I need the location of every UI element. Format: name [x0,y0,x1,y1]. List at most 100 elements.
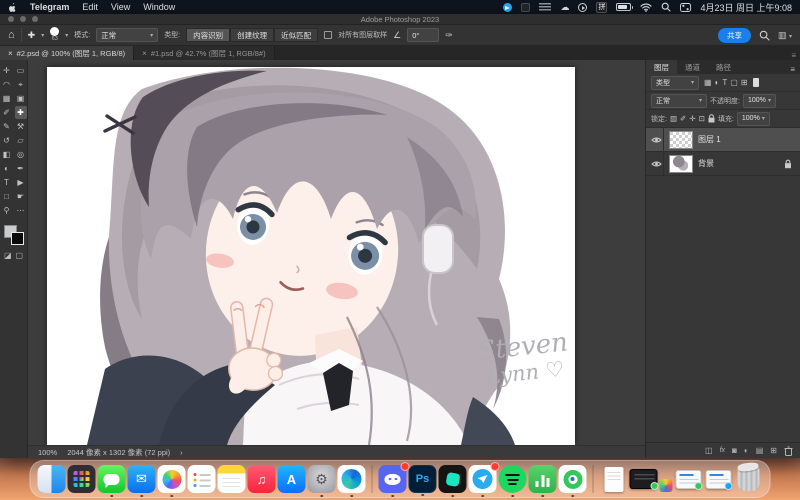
background-color-swatch[interactable] [11,232,24,245]
shape-tool[interactable]: □ [1,190,13,203]
current-tool-icon[interactable]: ✚ [28,30,36,41]
edit-toolbar-icon[interactable]: ⋯ [15,204,27,217]
layer-name[interactable]: 图层 1 [698,134,721,145]
layer-row-layer1[interactable]: 图层 1 [646,128,800,152]
lasso-tool[interactable]: ◠ [1,78,13,91]
dock-system-settings[interactable]: ⚙ [308,465,336,493]
type-tool[interactable]: T [1,176,13,189]
chevron-down-icon[interactable]: ▾ [41,32,44,39]
gradient-tool[interactable]: ◧ [1,148,13,161]
angle-field[interactable]: 0° [407,28,439,42]
close-icon[interactable]: × [142,49,147,58]
battery-icon[interactable] [616,3,631,11]
record-icon[interactable] [578,3,587,12]
window-title-bar[interactable]: Adobe Photoshop 2023 [0,14,800,25]
link-layers-icon[interactable]: ◫ [705,446,713,455]
screen-mode-icon[interactable]: ▢ [16,251,24,260]
delete-layer-icon[interactable] [784,446,793,456]
dock-finder[interactable] [38,465,66,493]
layer-group-icon[interactable]: ▤ [756,446,764,455]
sample-all-layers-checkbox[interactable] [324,31,332,39]
document-tab-inactive[interactable]: × #1.psd @ 42.7% (图层 1, RGB/8#) [134,46,274,60]
document-tab-active[interactable]: × #2.psd @ 100% (图层 1, RGB/8) [0,46,134,60]
eyedropper-tool[interactable]: ✐ [1,106,13,119]
type-filter-icon[interactable]: T [722,78,727,87]
filter-toggle-icon[interactable] [753,78,759,87]
opacity-field[interactable]: 100%▾ [743,94,776,108]
dock-minimized-window-2[interactable] [705,465,733,493]
visibility-eye-icon[interactable] [650,152,664,175]
tab-paths[interactable]: 路径 [708,60,739,74]
workspace-switcher-icon[interactable]: ▥ ▾ [778,30,792,41]
menu-bar-clock[interactable]: 4月23日 周日 上午9:08 [700,1,792,14]
dock-minimized-icon-small[interactable] [660,479,673,492]
dock-minimized-window-1[interactable] [675,465,703,493]
layer-mask-icon[interactable]: ◙ [732,446,737,455]
menu-view[interactable]: View [111,2,130,12]
tab-channels[interactable]: 通道 [677,60,708,74]
dock-find-my[interactable] [559,465,587,493]
layer-thumbnail[interactable] [669,131,693,149]
zoom-tool[interactable]: ⚲ [1,204,13,217]
menu-edit[interactable]: Edit [82,2,98,12]
dock-photoshop[interactable]: Ps [409,465,437,493]
active-app-menu[interactable]: Telegram [30,2,69,12]
dock-telegram[interactable] [469,465,497,493]
layer-filter-dropdown[interactable]: 类型▾ [651,76,699,90]
lock-all-icon[interactable] [708,114,715,123]
history-brush-tool[interactable]: ↺ [1,134,13,147]
mode-dropdown[interactable]: 正常▾ [96,28,158,42]
apple-logo-icon[interactable] [8,2,17,13]
search-icon[interactable] [759,30,770,41]
close-icon[interactable]: × [8,49,13,58]
display-icon[interactable] [521,3,530,12]
new-layer-icon[interactable]: ⊞ [770,446,777,455]
text-snippet-icon[interactable] [539,3,551,11]
blur-tool[interactable]: ◎ [15,148,27,161]
dock-spotify[interactable] [499,465,527,493]
cloud-icon[interactable]: ☁ [560,2,569,13]
dock-photos[interactable] [158,465,186,493]
dock-notes[interactable] [218,465,246,493]
spot-healing-tool[interactable]: ✚ [15,106,27,119]
quick-mask-icon[interactable]: ◪ [4,251,12,260]
zoom-level-field[interactable]: 100% [38,448,57,457]
lock-position-icon[interactable]: ✛ [689,114,695,123]
layer-row-background[interactable]: 背景 [646,152,800,176]
wifi-icon[interactable] [640,3,652,12]
dodge-tool[interactable]: ◐ [1,162,13,175]
adjustment-filter-icon[interactable]: ◐ [715,78,720,87]
dock-messages[interactable] [98,465,126,493]
pen-pressure-icon[interactable]: ✑ [445,30,453,41]
layer-thumbnail[interactable] [669,155,693,173]
dock-trash[interactable] [735,465,763,493]
fill-field[interactable]: 100%▾ [737,112,770,126]
menu-window[interactable]: Window [143,2,175,12]
panel-menu-icon[interactable]: ≡ [790,65,800,74]
lock-transparency-icon[interactable]: ▨ [670,114,677,123]
pen-tool[interactable]: ✒ [15,162,27,175]
content-aware-button[interactable]: 内容识别 [186,28,230,42]
brush-tool[interactable]: ✎ [1,120,13,133]
shape-filter-icon[interactable]: ▢ [730,78,738,87]
dock-minimized-window-dark[interactable] [630,465,658,493]
home-icon[interactable]: ⌂ [8,29,15,41]
proximity-match-button[interactable]: 近似匹配 [274,28,318,42]
create-texture-button[interactable]: 创建纹理 [230,28,274,42]
dock-dark-teal-app[interactable] [439,465,467,493]
search-icon[interactable] [661,2,671,12]
chevron-down-icon[interactable]: ▾ [65,32,68,39]
canvas-area[interactable]: Steven Lynn ♡ 100% 2044 像素 x 1302 像素 (72… [28,60,645,458]
document-canvas[interactable]: Steven Lynn ♡ [47,67,575,445]
tab-layers[interactable]: 图层 [646,60,677,74]
eraser-tool[interactable]: ▱ [15,134,27,147]
visibility-eye-icon[interactable] [650,128,664,151]
frame-tool[interactable]: ▣ [15,92,27,105]
status-caret-icon[interactable]: › [180,448,183,457]
move-tool[interactable]: ✛ [1,64,13,77]
panel-menu-icon[interactable]: ≡ [791,51,800,60]
dock-edge-browser[interactable] [338,465,366,493]
dock-mail[interactable]: ✉ [128,465,156,493]
brush-preset-picker[interactable]: 63 [50,27,59,43]
dock-document-stack[interactable] [600,465,628,493]
